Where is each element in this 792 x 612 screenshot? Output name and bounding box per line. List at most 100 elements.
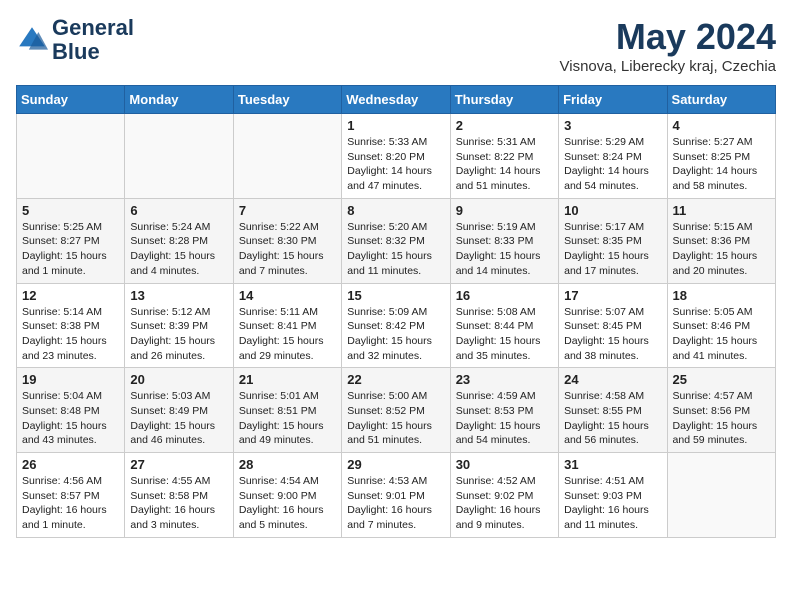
day-number: 18: [673, 288, 770, 303]
calendar-cell: 18Sunrise: 5:05 AM Sunset: 8:46 PM Dayli…: [667, 283, 775, 368]
day-info: Sunrise: 4:56 AM Sunset: 8:57 PM Dayligh…: [22, 474, 119, 533]
day-info: Sunrise: 4:55 AM Sunset: 8:58 PM Dayligh…: [130, 474, 227, 533]
weekday-header-sunday: Sunday: [17, 86, 125, 114]
weekday-header-monday: Monday: [125, 86, 233, 114]
day-info: Sunrise: 5:07 AM Sunset: 8:45 PM Dayligh…: [564, 305, 661, 364]
calendar-cell: 5 Sunrise: 5:25 AM Sunset: 8:27 PM Daylig…: [17, 198, 125, 283]
calendar-cell: [667, 453, 775, 538]
day-number: 20: [130, 372, 227, 387]
calendar-cell: 3 Sunrise: 5:29 AM Sunset: 8:24 PM Daylig…: [559, 114, 667, 199]
day-number: 8: [347, 203, 444, 218]
calendar-week-3: 12 Sunrise: 5:14 AM Sunset: 8:38 PM Dayli…: [17, 283, 776, 368]
calendar-cell: 20Sunrise: 5:03 AM Sunset: 8:49 PM Dayli…: [125, 368, 233, 453]
calendar-cell: 4 Sunrise: 5:27 AM Sunset: 8:25 PM Daylig…: [667, 114, 775, 199]
calendar-cell: 12 Sunrise: 5:14 AM Sunset: 8:38 PM Dayli…: [17, 283, 125, 368]
calendar-cell: 26 Sunrise: 4:56 AM Sunset: 8:57 PM Dayli…: [17, 453, 125, 538]
calendar-table: SundayMondayTuesdayWednesdayThursdayFrid…: [16, 85, 776, 538]
day-number: 31: [564, 457, 661, 472]
calendar-cell: 27 Sunrise: 4:55 AM Sunset: 8:58 PM Dayli…: [125, 453, 233, 538]
day-number: 23: [456, 372, 553, 387]
day-info: Sunrise: 4:58 AM Sunset: 8:55 PM Dayligh…: [564, 389, 661, 448]
calendar-cell: [125, 114, 233, 199]
day-number: 29: [347, 457, 444, 472]
calendar-cell: 6Sunrise: 5:24 AM Sunset: 8:28 PM Daylig…: [125, 198, 233, 283]
day-info: Sunrise: 4:51 AM Sunset: 9:03 PM Dayligh…: [564, 474, 661, 533]
day-info: Sunrise: 5:01 AM Sunset: 8:51 PM Dayligh…: [239, 389, 336, 448]
calendar-cell: 1 Sunrise: 5:33 AM Sunset: 8:20 PM Daylig…: [342, 114, 450, 199]
day-number: 13: [130, 288, 227, 303]
calendar-cell: 31 Sunrise: 4:51 AM Sunset: 9:03 PM Dayli…: [559, 453, 667, 538]
day-number: 11: [673, 203, 770, 218]
day-number: 22: [347, 372, 444, 387]
calendar-cell: 24Sunrise: 4:58 AM Sunset: 8:55 PM Dayli…: [559, 368, 667, 453]
logo-text: General Blue: [52, 16, 134, 64]
day-number: 17: [564, 288, 661, 303]
day-number: 10: [564, 203, 661, 218]
calendar-cell: 25 Sunrise: 4:57 AM Sunset: 8:56 PM Dayli…: [667, 368, 775, 453]
day-info: Sunrise: 5:20 AM Sunset: 8:32 PM Dayligh…: [347, 220, 444, 279]
day-number: 16: [456, 288, 553, 303]
day-info: Sunrise: 4:54 AM Sunset: 9:00 PM Dayligh…: [239, 474, 336, 533]
calendar-cell: 11 Sunrise: 5:15 AM Sunset: 8:36 PM Dayli…: [667, 198, 775, 283]
calendar-week-2: 5 Sunrise: 5:25 AM Sunset: 8:27 PM Daylig…: [17, 198, 776, 283]
day-number: 26: [22, 457, 119, 472]
calendar-body: 1 Sunrise: 5:33 AM Sunset: 8:20 PM Daylig…: [17, 114, 776, 538]
calendar-cell: 14Sunrise: 5:11 AM Sunset: 8:41 PM Dayli…: [233, 283, 341, 368]
calendar-cell: 9Sunrise: 5:19 AM Sunset: 8:33 PM Daylig…: [450, 198, 558, 283]
day-number: 1: [347, 118, 444, 133]
calendar-cell: 7Sunrise: 5:22 AM Sunset: 8:30 PM Daylig…: [233, 198, 341, 283]
day-info: Sunrise: 5:11 AM Sunset: 8:41 PM Dayligh…: [239, 305, 336, 364]
day-info: Sunrise: 5:15 AM Sunset: 8:36 PM Dayligh…: [673, 220, 770, 279]
logo: General Blue: [16, 16, 134, 64]
day-info: Sunrise: 5:09 AM Sunset: 8:42 PM Dayligh…: [347, 305, 444, 364]
day-number: 3: [564, 118, 661, 133]
calendar-header: SundayMondayTuesdayWednesdayThursdayFrid…: [17, 86, 776, 114]
day-number: 12: [22, 288, 119, 303]
calendar-week-1: 1 Sunrise: 5:33 AM Sunset: 8:20 PM Daylig…: [17, 114, 776, 199]
day-number: 4: [673, 118, 770, 133]
day-info: Sunrise: 5:29 AM Sunset: 8:24 PM Dayligh…: [564, 135, 661, 194]
calendar-cell: 15 Sunrise: 5:09 AM Sunset: 8:42 PM Dayli…: [342, 283, 450, 368]
calendar-cell: 21Sunrise: 5:01 AM Sunset: 8:51 PM Dayli…: [233, 368, 341, 453]
calendar-cell: 19Sunrise: 5:04 AM Sunset: 8:48 PM Dayli…: [17, 368, 125, 453]
day-info: Sunrise: 5:31 AM Sunset: 8:22 PM Dayligh…: [456, 135, 553, 194]
day-info: Sunrise: 5:14 AM Sunset: 8:38 PM Dayligh…: [22, 305, 119, 364]
day-info: Sunrise: 5:25 AM Sunset: 8:27 PM Dayligh…: [22, 220, 119, 279]
day-info: Sunrise: 4:57 AM Sunset: 8:56 PM Dayligh…: [673, 389, 770, 448]
calendar-cell: 2 Sunrise: 5:31 AM Sunset: 8:22 PM Daylig…: [450, 114, 558, 199]
weekday-header-thursday: Thursday: [450, 86, 558, 114]
day-info: Sunrise: 4:53 AM Sunset: 9:01 PM Dayligh…: [347, 474, 444, 533]
weekday-header-wednesday: Wednesday: [342, 86, 450, 114]
weekday-header-saturday: Saturday: [667, 86, 775, 114]
day-number: 25: [673, 372, 770, 387]
weekday-header-row: SundayMondayTuesdayWednesdayThursdayFrid…: [17, 86, 776, 114]
weekday-header-tuesday: Tuesday: [233, 86, 341, 114]
calendar-cell: 22Sunrise: 5:00 AM Sunset: 8:52 PM Dayli…: [342, 368, 450, 453]
calendar-cell: 30Sunrise: 4:52 AM Sunset: 9:02 PM Dayli…: [450, 453, 558, 538]
day-info: Sunrise: 5:33 AM Sunset: 8:20 PM Dayligh…: [347, 135, 444, 194]
logo-line1: General: [52, 16, 134, 40]
calendar-cell: 16Sunrise: 5:08 AM Sunset: 8:44 PM Dayli…: [450, 283, 558, 368]
day-number: 30: [456, 457, 553, 472]
day-number: 2: [456, 118, 553, 133]
day-number: 5: [22, 203, 119, 218]
logo-line2: Blue: [52, 40, 134, 64]
calendar-cell: 8 Sunrise: 5:20 AM Sunset: 8:32 PM Daylig…: [342, 198, 450, 283]
page-header: General Blue May 2024 Visnova, Liberecky…: [16, 16, 776, 75]
day-number: 6: [130, 203, 227, 218]
calendar-week-4: 19Sunrise: 5:04 AM Sunset: 8:48 PM Dayli…: [17, 368, 776, 453]
calendar-cell: [17, 114, 125, 199]
day-number: 28: [239, 457, 336, 472]
calendar-cell: 17 Sunrise: 5:07 AM Sunset: 8:45 PM Dayli…: [559, 283, 667, 368]
day-number: 19: [22, 372, 119, 387]
calendar-cell: 23Sunrise: 4:59 AM Sunset: 8:53 PM Dayli…: [450, 368, 558, 453]
day-number: 9: [456, 203, 553, 218]
logo-icon: [16, 24, 48, 56]
calendar-week-5: 26 Sunrise: 4:56 AM Sunset: 8:57 PM Dayli…: [17, 453, 776, 538]
day-info: Sunrise: 5:22 AM Sunset: 8:30 PM Dayligh…: [239, 220, 336, 279]
location: Visnova, Liberecky kraj, Czechia: [560, 58, 777, 75]
day-info: Sunrise: 5:27 AM Sunset: 8:25 PM Dayligh…: [673, 135, 770, 194]
day-number: 15: [347, 288, 444, 303]
day-info: Sunrise: 5:17 AM Sunset: 8:35 PM Dayligh…: [564, 220, 661, 279]
day-number: 27: [130, 457, 227, 472]
